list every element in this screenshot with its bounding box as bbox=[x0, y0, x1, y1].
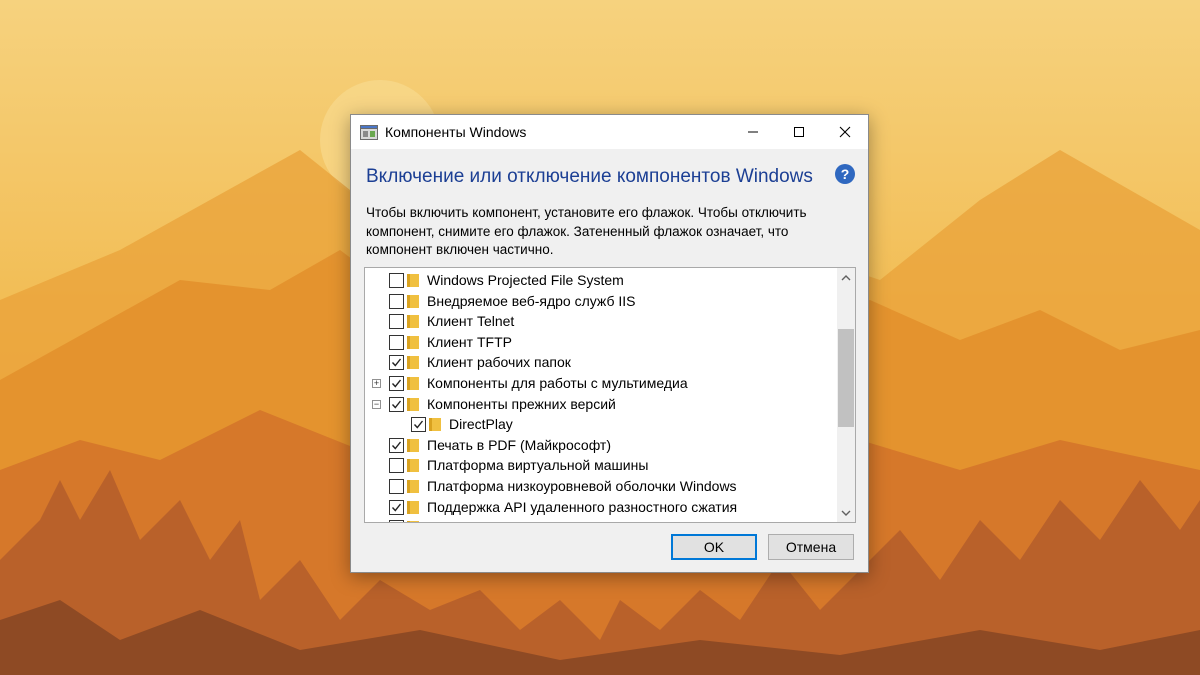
checkmark-icon bbox=[391, 358, 402, 367]
folder-icon bbox=[407, 521, 419, 522]
feature-checkbox[interactable] bbox=[389, 334, 404, 350]
feature-row[interactable]: − Компоненты прежних версий bbox=[365, 395, 837, 416]
close-button[interactable] bbox=[822, 115, 868, 149]
checkmark-icon bbox=[391, 503, 402, 512]
feature-label: Поддержка API удаленного разностного сжа… bbox=[427, 498, 738, 515]
feature-row[interactable]: Клиент Telnet bbox=[365, 312, 837, 333]
maximize-icon bbox=[794, 127, 804, 137]
title-bar[interactable]: Компоненты Windows bbox=[351, 115, 868, 149]
feature-row[interactable]: Платформа низкоуровневой оболочки Window… bbox=[365, 477, 837, 498]
feature-row[interactable]: + Компоненты для работы с мультимедиа bbox=[365, 374, 837, 395]
window-title: Компоненты Windows bbox=[385, 124, 527, 140]
chevron-up-icon bbox=[841, 274, 851, 280]
scroll-down-button[interactable] bbox=[837, 504, 855, 522]
folder-icon bbox=[407, 479, 419, 493]
feature-checkbox[interactable] bbox=[389, 314, 404, 330]
feature-label: Клиент рабочих папок bbox=[427, 354, 571, 371]
windows-features-dialog: Компоненты Windows Включение или отключе… bbox=[350, 114, 869, 573]
folder-icon bbox=[407, 438, 419, 452]
feature-row[interactable]: Windows Projected File System bbox=[365, 271, 837, 292]
dialog-heading: Включение или отключение компонентов Win… bbox=[366, 166, 813, 187]
feature-label: Клиент TFTP bbox=[427, 333, 512, 350]
collapse-minus-icon[interactable]: − bbox=[372, 399, 381, 409]
vertical-scrollbar[interactable] bbox=[837, 268, 855, 522]
feature-row[interactable]: DirectPlay bbox=[365, 415, 837, 436]
maximize-button[interactable] bbox=[776, 115, 822, 149]
folder-icon bbox=[407, 376, 419, 390]
folder-icon bbox=[407, 500, 419, 514]
cancel-button[interactable]: Отмена bbox=[768, 534, 854, 560]
checkmark-icon bbox=[391, 441, 402, 450]
feature-label: Платформа низкоуровневой оболочки Window… bbox=[427, 477, 737, 494]
feature-checkbox[interactable] bbox=[389, 499, 404, 515]
chevron-down-icon bbox=[841, 510, 851, 516]
feature-checkbox[interactable] bbox=[411, 417, 426, 433]
close-icon bbox=[839, 126, 851, 138]
folder-icon bbox=[407, 459, 419, 473]
checkmark-icon bbox=[391, 379, 402, 388]
feature-checkbox[interactable] bbox=[389, 355, 404, 371]
dialog-description: Чтобы включить компонент, установите его… bbox=[366, 205, 807, 257]
folder-icon bbox=[407, 335, 419, 349]
folder-icon bbox=[407, 274, 419, 287]
feature-row[interactable]: Клиент TFTP bbox=[365, 333, 837, 354]
folder-icon bbox=[407, 315, 419, 329]
minimize-button[interactable] bbox=[730, 115, 776, 149]
folder-icon bbox=[429, 418, 441, 432]
feature-checkbox[interactable] bbox=[389, 293, 404, 309]
feature-label: Платформа виртуальной машины bbox=[427, 457, 649, 474]
feature-row[interactable] bbox=[365, 518, 837, 522]
ok-button[interactable]: OK bbox=[671, 534, 757, 560]
feature-row[interactable]: Внедряемое веб-ядро служб IIS bbox=[365, 292, 837, 313]
feature-checkbox[interactable] bbox=[389, 273, 404, 288]
checkmark-icon bbox=[413, 420, 424, 429]
feature-row[interactable]: Платформа виртуальной машины bbox=[365, 456, 837, 477]
checkmark-icon bbox=[391, 400, 402, 409]
feature-label: DirectPlay bbox=[449, 416, 513, 433]
feature-label: Компоненты для работы с мультимедиа bbox=[427, 374, 688, 391]
feature-label: Внедряемое веб-ядро служб IIS bbox=[427, 292, 636, 309]
feature-checkbox[interactable] bbox=[389, 396, 404, 412]
features-tree: Windows Projected File System Внедряемое … bbox=[364, 267, 856, 523]
features-list: Windows Projected File System Внедряемое … bbox=[365, 271, 837, 522]
feature-label: Клиент Telnet bbox=[427, 313, 515, 330]
expand-plus-icon[interactable]: + bbox=[372, 378, 381, 388]
folder-icon bbox=[407, 294, 419, 308]
scroll-up-button[interactable] bbox=[837, 268, 855, 286]
feature-label: Windows Projected File System bbox=[427, 272, 624, 288]
feature-row[interactable]: Поддержка API удаленного разностного сжа… bbox=[365, 498, 837, 519]
feature-checkbox[interactable] bbox=[389, 375, 404, 391]
feature-label: Печать в PDF (Майкрософт) bbox=[427, 436, 611, 453]
windows-features-icon bbox=[360, 125, 378, 140]
feature-checkbox[interactable] bbox=[389, 478, 404, 494]
feature-label: Компоненты прежних версий bbox=[427, 395, 616, 412]
help-icon[interactable]: ? bbox=[835, 164, 855, 184]
minimize-icon bbox=[748, 131, 758, 133]
feature-checkbox[interactable] bbox=[389, 520, 404, 522]
folder-icon bbox=[407, 397, 419, 411]
folder-icon bbox=[407, 356, 419, 370]
feature-checkbox[interactable] bbox=[389, 437, 404, 453]
feature-row[interactable]: Печать в PDF (Майкрософт) bbox=[365, 436, 837, 457]
feature-row[interactable]: Клиент рабочих папок bbox=[365, 353, 837, 374]
scroll-thumb[interactable] bbox=[838, 329, 854, 427]
feature-checkbox[interactable] bbox=[389, 458, 404, 474]
